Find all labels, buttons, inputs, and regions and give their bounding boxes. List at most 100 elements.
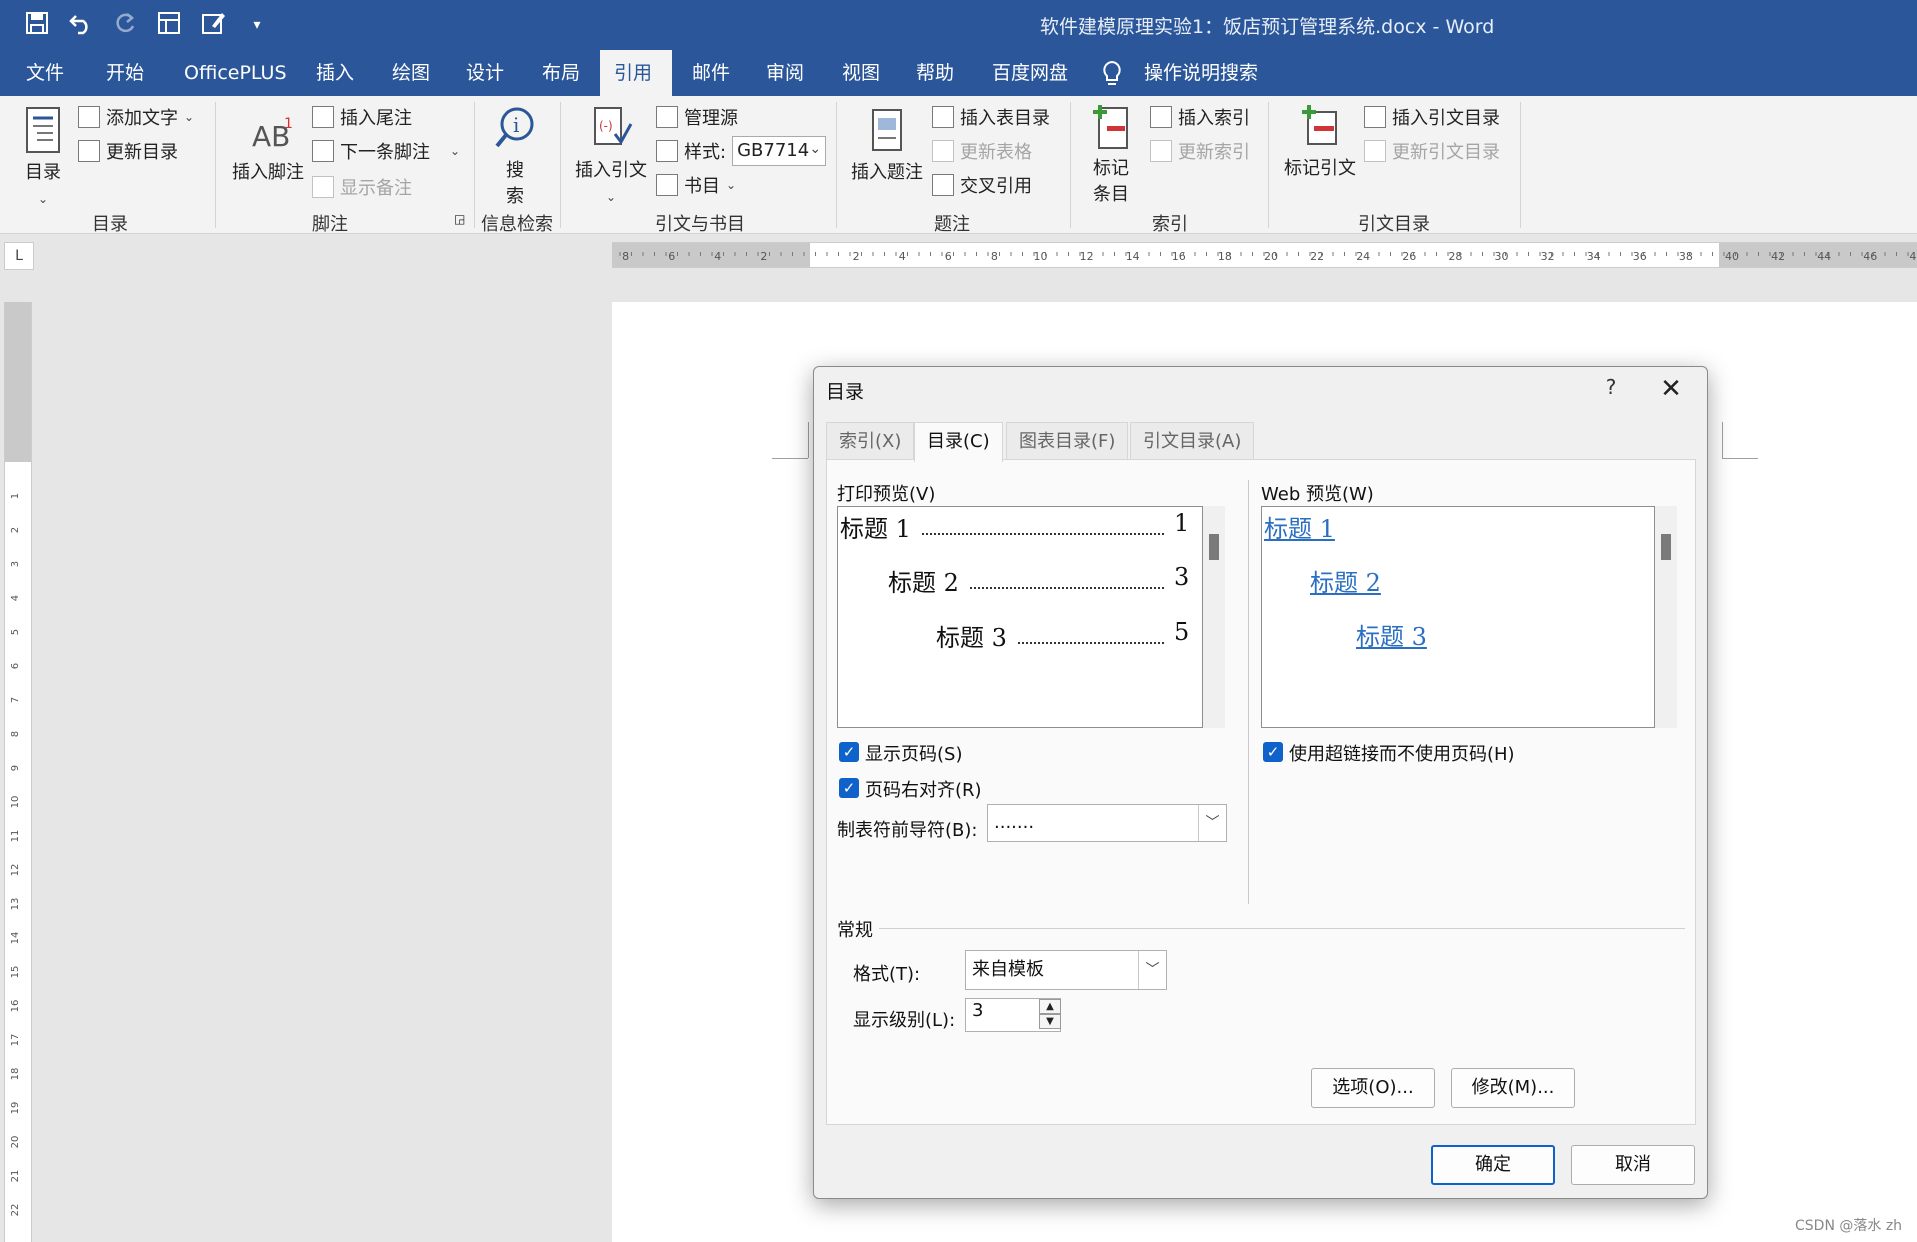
mark-entry-label-line2: 条目 <box>1093 184 1129 205</box>
insert-index-icon <box>1150 106 1172 128</box>
update-index-button[interactable]: 更新索引 <box>1150 138 1250 164</box>
insert-citation-label: 插入引文 <box>575 160 647 181</box>
add-text-button[interactable]: 添加文字 ⌄ <box>78 104 194 130</box>
edit-icon[interactable] <box>198 10 228 40</box>
options-button[interactable]: 选项(O)... <box>1311 1068 1435 1108</box>
vertical-ruler[interactable]: 432112345678910111213141516171819202122 <box>4 302 32 1242</box>
update-toa-button[interactable]: 更新引文目录 <box>1364 138 1500 164</box>
tell-me-search[interactable]: 操作说明搜索 <box>1130 50 1272 96</box>
chevron-down-icon: ⌄ <box>605 190 617 204</box>
tab-file[interactable]: 文件 <box>12 50 78 96</box>
cross-reference-button[interactable]: 交叉引用 <box>932 172 1032 198</box>
customize-icon[interactable]: ▾ <box>242 10 272 40</box>
update-toa-label: 更新引文目录 <box>1392 142 1500 163</box>
tab-home[interactable]: 开始 <box>92 50 158 96</box>
spin-down-icon[interactable]: ▼ <box>1039 1014 1061 1029</box>
crop-mark <box>772 458 808 459</box>
tab-view[interactable]: 视图 <box>828 50 894 96</box>
toc-icon <box>21 106 65 156</box>
scrollbar-thumb[interactable] <box>1209 534 1219 560</box>
ruler-tick-label: 26 <box>1402 250 1416 263</box>
bibliography-button[interactable]: 书目 ⌄ <box>656 172 736 198</box>
group-separator <box>215 102 216 228</box>
right-align-checkbox[interactable]: ✓ <box>839 778 859 798</box>
web-preview-link-2[interactable]: 标题 2 <box>1310 563 1381 598</box>
tab-table-of-authorities[interactable]: 引文目录(A) <box>1130 422 1255 460</box>
ruler-tick-label: 12 <box>1080 250 1094 263</box>
use-hyperlinks-label: 使用超链接而不使用页码(H) <box>1289 744 1515 765</box>
insert-table-of-figures-button[interactable]: 插入表目录 <box>932 104 1050 130</box>
redo-icon[interactable] <box>110 10 140 40</box>
insert-toa-button[interactable]: 插入引文目录 <box>1364 104 1500 130</box>
save-icon[interactable] <box>22 10 52 40</box>
toc-button[interactable]: 目录 ⌄ <box>18 106 68 212</box>
ok-button[interactable]: 确定 <box>1431 1145 1555 1185</box>
insert-caption-button[interactable]: 插入题注 <box>848 106 926 186</box>
show-notes-button[interactable]: 显示备注 <box>312 174 412 200</box>
insert-index-label: 插入索引 <box>1178 108 1250 129</box>
mark-entry-button[interactable]: 标记 条目 <box>1084 102 1138 208</box>
mark-citation-button[interactable]: 标记引文 <box>1280 102 1360 182</box>
tab-leader-select[interactable]: ....... ﹀ <box>987 804 1227 842</box>
ruler-tick-label: 44 <box>1817 250 1831 263</box>
search-button[interactable]: i 搜 索 <box>490 104 540 210</box>
close-icon[interactable]: ✕ <box>1654 373 1688 407</box>
next-footnote-label: 下一条脚注 <box>340 142 430 163</box>
update-table-button[interactable]: 更新表格 <box>932 138 1032 164</box>
group-separator <box>836 102 837 228</box>
web-preview-link-3[interactable]: 标题 3 <box>1356 617 1427 652</box>
tab-references[interactable]: 引用 <box>600 50 672 96</box>
print-preview-scrollbar[interactable] <box>1203 506 1225 728</box>
insert-footnote-button[interactable]: AB 1 插入脚注 <box>226 112 310 186</box>
next-footnote-button[interactable]: 下一条脚注 ⌄ <box>312 138 460 164</box>
spin-up-icon[interactable]: ▲ <box>1039 999 1061 1014</box>
tab-design[interactable]: 设计 <box>452 50 518 96</box>
update-index-label: 更新索引 <box>1178 142 1250 163</box>
tab-help[interactable]: 帮助 <box>902 50 968 96</box>
tab-insert[interactable]: 插入 <box>302 50 368 96</box>
tab-toc[interactable]: 目录(C) <box>914 422 1003 462</box>
show-levels-spinner[interactable]: ▲ ▼ <box>1039 999 1061 1029</box>
undo-icon[interactable] <box>66 10 96 40</box>
insert-citation-button[interactable]: (-) 插入引文 ⌄ <box>572 104 650 210</box>
insert-endnote-button[interactable]: 插入尾注 <box>312 104 412 130</box>
print-preview-heading-3: 标题 3 <box>936 624 1007 652</box>
style-icon <box>656 140 678 162</box>
use-hyperlinks-checkbox[interactable]: ✓ <box>1263 742 1283 762</box>
horizontal-ruler[interactable]: 8 6 4 2 2 4 6 8 10 12 14 16 18 20 22 24 26 28 30 32 34 36 38 40… <box>612 242 1917 268</box>
tab-officeplus[interactable]: OfficePLUS <box>170 50 301 96</box>
tab-baidu-netdisk[interactable]: 百度网盘 <box>978 50 1082 96</box>
web-preview-scrollbar[interactable] <box>1655 506 1677 728</box>
update-table-icon <box>932 140 954 162</box>
tab-mailings[interactable]: 邮件 <box>678 50 744 96</box>
citation-style-select[interactable]: GB7714 <box>732 135 827 166</box>
tab-layout[interactable]: 布局 <box>528 50 594 96</box>
svg-text:1: 1 <box>284 116 293 132</box>
tab-table-of-figures[interactable]: 图表目录(F) <box>1006 422 1129 460</box>
update-toc-button[interactable]: 更新目录 <box>78 138 178 164</box>
scrollbar-thumb[interactable] <box>1661 534 1671 560</box>
table-icon[interactable] <box>154 10 184 40</box>
tab-review[interactable]: 审阅 <box>752 50 818 96</box>
ruler-tick-label: 8 <box>991 250 998 263</box>
chevron-down-icon: ⌄ <box>37 192 49 206</box>
help-button[interactable]: ? <box>1596 375 1626 405</box>
tab-selector[interactable]: L <box>4 242 34 270</box>
insert-index-button[interactable]: 插入索引 <box>1150 104 1250 130</box>
ruler-tick-label: 12 <box>10 864 21 877</box>
ruler-tick-label: 14 <box>10 932 21 945</box>
show-page-numbers-checkbox[interactable]: ✓ <box>839 742 859 762</box>
insert-caption-label: 插入题注 <box>851 162 923 183</box>
crop-mark <box>1722 422 1723 458</box>
dialog-launcher-icon[interactable]: ◲ <box>454 212 465 226</box>
toc-tab-panel: 打印预览(V) 标题 1 1 标题 2 3 标题 3 5 ✓ 显示页码(S) ✓… <box>826 459 1696 1125</box>
modify-button[interactable]: 修改(M)... <box>1451 1068 1575 1108</box>
formats-select[interactable]: 来自模板 ﹀ <box>965 950 1167 990</box>
web-preview-link-1[interactable]: 标题 1 <box>1264 509 1335 544</box>
tab-index[interactable]: 索引(X) <box>826 422 915 460</box>
cancel-button[interactable]: 取消 <box>1571 1145 1695 1185</box>
leader-dots <box>970 587 1164 589</box>
manage-sources-button[interactable]: 管理源 <box>656 104 738 130</box>
tab-draw[interactable]: 绘图 <box>378 50 444 96</box>
print-preview-page-3: 5 <box>1174 618 1190 646</box>
